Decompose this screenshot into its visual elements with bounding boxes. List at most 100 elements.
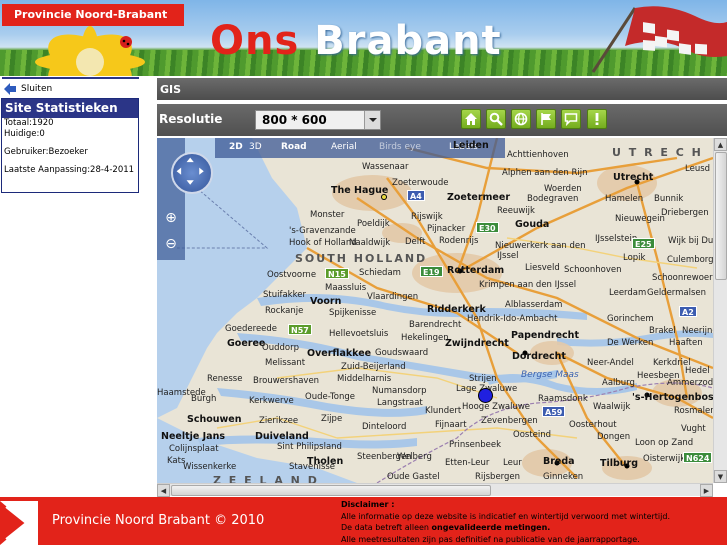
map-label: Haaften <box>669 338 703 348</box>
map-label: Gorinchem <box>607 314 654 324</box>
view-3d-tab[interactable]: 3D <box>249 142 262 152</box>
horizontal-scrollbar[interactable]: ◀ ▶ <box>157 483 713 497</box>
map-label: Schiedam <box>359 268 401 278</box>
stats-total: Totaal:1920 <box>4 118 54 128</box>
map-label: Colijnsplaat <box>169 444 219 454</box>
gis-header: GIS <box>157 78 727 100</box>
road-shield: A4 <box>407 190 425 201</box>
map-label: Utrecht <box>613 172 654 183</box>
map-label: Wijk bij Duurst <box>668 236 713 246</box>
compass-pan-control[interactable] <box>171 152 213 194</box>
vertical-scrollbar[interactable]: ▲ ▼ <box>713 138 727 483</box>
disclaimer-line-bold: ongevalideerde metingen. <box>431 523 551 532</box>
map-label: Ouddorp <box>262 343 299 353</box>
info-button[interactable] <box>587 109 607 129</box>
map-label: Rotterdam <box>447 265 505 276</box>
resolution-select[interactable]: 800 * 600 <box>255 110 381 130</box>
road-shield: N624 <box>683 452 713 463</box>
vertical-scroll-thumb[interactable] <box>715 152 727 280</box>
map-label: Z E E L A N D <box>213 474 319 483</box>
search-button[interactable] <box>486 109 506 129</box>
road-shield: E19 <box>420 266 443 277</box>
map-label: Liesveld <box>525 263 560 273</box>
map-label: Spijkenisse <box>329 308 377 318</box>
road-shield: A59 <box>542 406 566 417</box>
view-road-tab[interactable]: Road <box>281 142 307 152</box>
map-label: Overflakkee <box>307 348 372 359</box>
map-label: 's-Hertogenbosch <box>632 392 713 403</box>
map-label: Zoetermeer <box>447 192 510 203</box>
map-label: De Werken <box>607 338 654 348</box>
map-label: Breda <box>543 456 575 467</box>
brand-tab[interactable]: Provincie Noord-Brabant <box>2 4 184 26</box>
map-label: Rijsbergen <box>475 472 521 482</box>
horizontal-scroll-thumb[interactable] <box>171 485 491 496</box>
map-toolbar: Resolutie 800 * 600 <box>157 104 727 136</box>
flag-button[interactable] <box>536 109 556 129</box>
map-label: SOUTH HOLLAND <box>295 252 428 265</box>
view-2d-tab[interactable]: 2D <box>229 142 243 152</box>
map-label: Ammerzoden <box>667 378 713 388</box>
map-label: Oosteind <box>513 430 552 440</box>
comment-button[interactable] <box>561 109 581 129</box>
map-label: Zijpe <box>321 414 343 424</box>
map-label: Neerijne <box>682 326 713 336</box>
map-label: Goedereede <box>225 324 278 334</box>
map-label: Dordrecht <box>512 351 566 362</box>
map-label: Geldermalsen <box>647 288 707 298</box>
map-label: Zuid-Beijerland <box>341 362 406 372</box>
scroll-up-icon[interactable]: ▲ <box>714 138 727 151</box>
site-title: Ons Brabant <box>210 18 502 64</box>
map-label: Rockanje <box>265 306 304 316</box>
map-label: Nieuwerkerk aan den <box>495 241 586 251</box>
map-label: Schoonrewoer <box>652 273 713 283</box>
home-icon <box>465 113 477 125</box>
globe-button[interactable] <box>511 109 531 129</box>
disclaimer-line: Alle meetresultaten zijn pas definitief … <box>341 534 640 544</box>
map-canvas[interactable]: 2D 3D Road Aerial Birds eye Labels ⊕ ⊖ W… <box>157 138 713 483</box>
pan-arrows-icon <box>176 157 204 185</box>
arrow-left-icon <box>4 83 16 95</box>
stats-user: Gebruiker:Bezoeker <box>4 147 88 157</box>
scroll-right-icon[interactable]: ▶ <box>700 484 713 497</box>
map-label: Numansdorp <box>372 386 427 396</box>
map-label: Voorn <box>310 296 342 307</box>
disclaimer-line: De data betreft alleen ongevalideerde me… <box>341 522 670 534</box>
brabant-flag-icon <box>591 6 727 73</box>
disclaimer-title: Disclaimer : <box>341 500 395 509</box>
map-label: Hamelen <box>605 194 644 204</box>
view-birdseye-tab[interactable]: Birds eye <box>379 142 421 152</box>
road-shield: E25 <box>632 238 655 249</box>
zoom-in-button[interactable]: ⊕ <box>163 210 179 226</box>
close-button[interactable]: Sluiten <box>3 80 52 98</box>
location-marker[interactable] <box>478 388 493 403</box>
map-label: Culemborg <box>667 255 713 265</box>
map-label: Rosmalen <box>674 406 713 416</box>
scroll-left-icon[interactable]: ◀ <box>157 484 170 497</box>
map-label: Waalwijk <box>593 402 631 412</box>
map-label: Renesse <box>207 374 243 384</box>
map-label: Oostvoorne <box>267 270 317 280</box>
resolution-label: Resolutie <box>159 112 223 126</box>
stats-title: Site Statistieken <box>2 99 138 118</box>
map-label: Schoonhoven <box>564 265 622 275</box>
map-label: Oude Gastel <box>387 472 440 482</box>
map-label: Papendrecht <box>511 330 579 341</box>
flag-icon <box>541 113 551 125</box>
scroll-down-icon[interactable]: ▼ <box>714 470 727 483</box>
map-label: Reeuwijk <box>497 206 535 216</box>
map-label: Kerkwerve <box>249 396 294 406</box>
chevron-down-icon[interactable] <box>364 111 380 129</box>
zoom-out-button[interactable]: ⊖ <box>163 236 179 252</box>
map-label: IJsselstein <box>595 234 638 244</box>
map-label: Melissant <box>265 358 306 368</box>
home-button[interactable] <box>461 109 481 129</box>
copyright-text: Provincie Noord Brabant © 2010 <box>52 513 265 528</box>
map-label: Zevenbergen <box>481 416 538 426</box>
left-panel: Sluiten Site Statistieken Totaal:1920 Hu… <box>0 76 140 193</box>
sunflower-icon <box>35 26 145 76</box>
map-label: Etten-Leur <box>445 458 490 468</box>
view-aerial-tab[interactable]: Aerial <box>331 142 357 152</box>
map-label: The Hague <box>331 185 389 196</box>
search-icon <box>489 112 503 126</box>
